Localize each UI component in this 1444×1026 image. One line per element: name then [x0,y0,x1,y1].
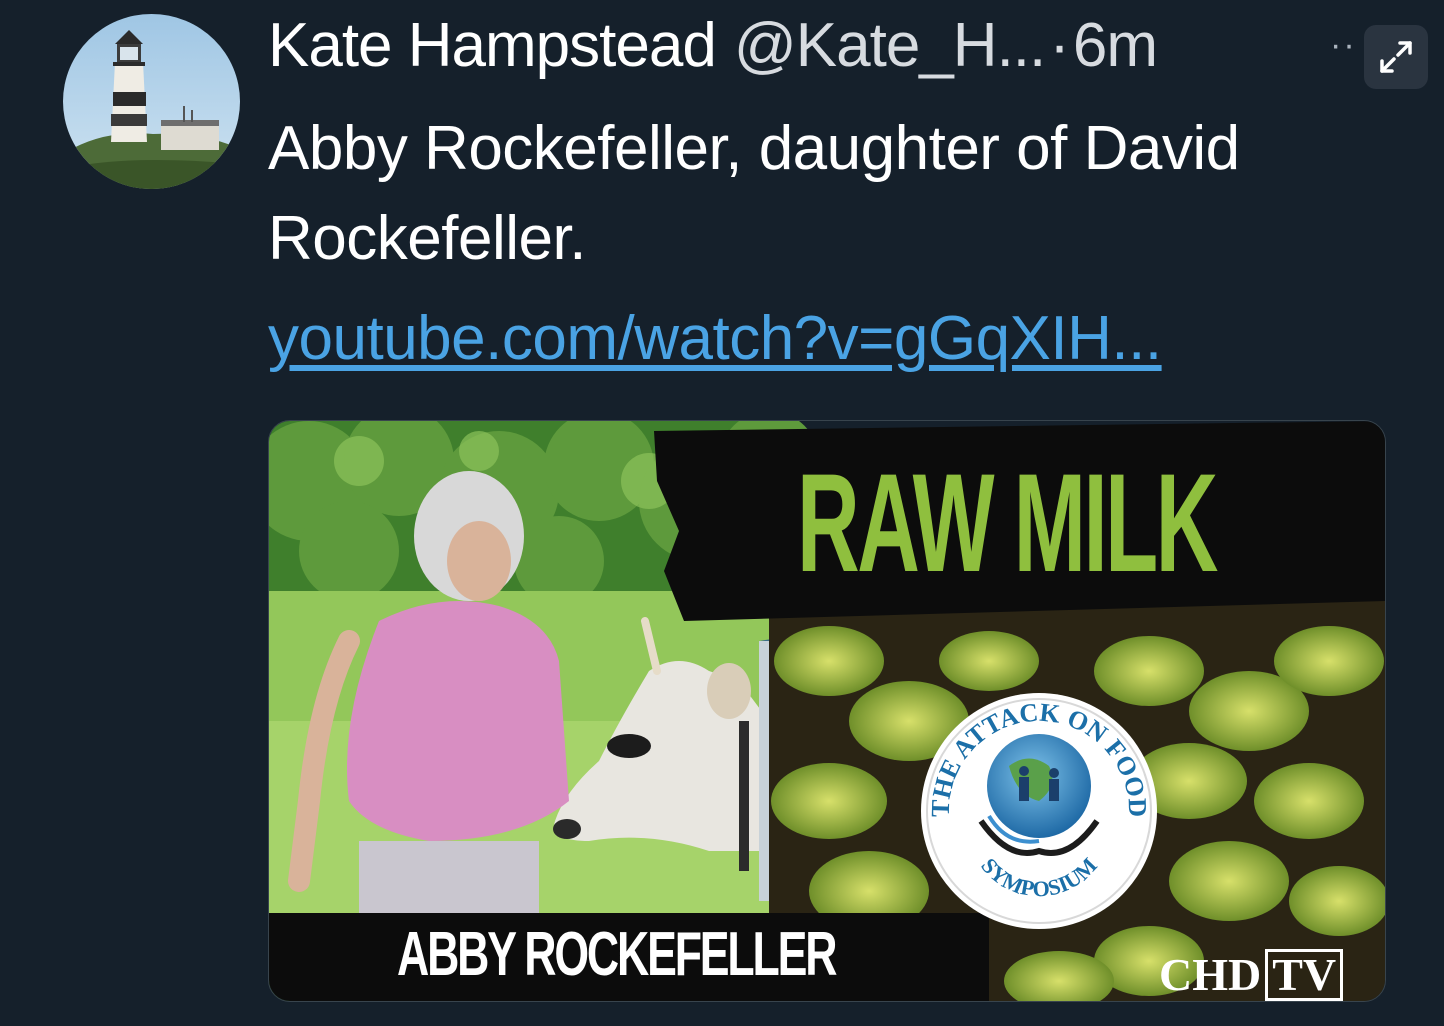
chd-brand-text: CHD [1159,949,1262,1000]
chd-tv-logo: CHD TV [1159,949,1344,1001]
tv-brand-text: TV [1265,949,1344,1001]
tweet-link[interactable]: youtube.com/watch?v=gGqXIH... [268,294,1162,384]
more-icon[interactable]: ·· [1330,28,1357,62]
author-avatar[interactable] [63,14,240,189]
lighthouse-avatar-image [63,14,240,189]
video-card[interactable]: THE ATTACK ON FOOD SYMPOSIUM RAW MILK AB… [268,420,1386,1002]
thumbnail-person-label: ABBY ROCKEFELLER [397,920,837,989]
author-name[interactable]: Kate Hampstead [268,10,717,81]
header-separator: · [1049,11,1070,80]
expand-button[interactable] [1364,25,1428,89]
thumbnail-title: RAW MILK [797,444,1218,601]
tweet-header: Kate Hampstead @Kate_H... · 6m [268,10,1158,82]
tweet-text: Abby Rockefeller, daughter of David Rock… [268,114,1240,273]
tweet-timestamp[interactable]: 6m [1073,10,1158,81]
expand-icon [1380,41,1412,73]
author-handle[interactable]: @Kate_H... [734,10,1046,81]
